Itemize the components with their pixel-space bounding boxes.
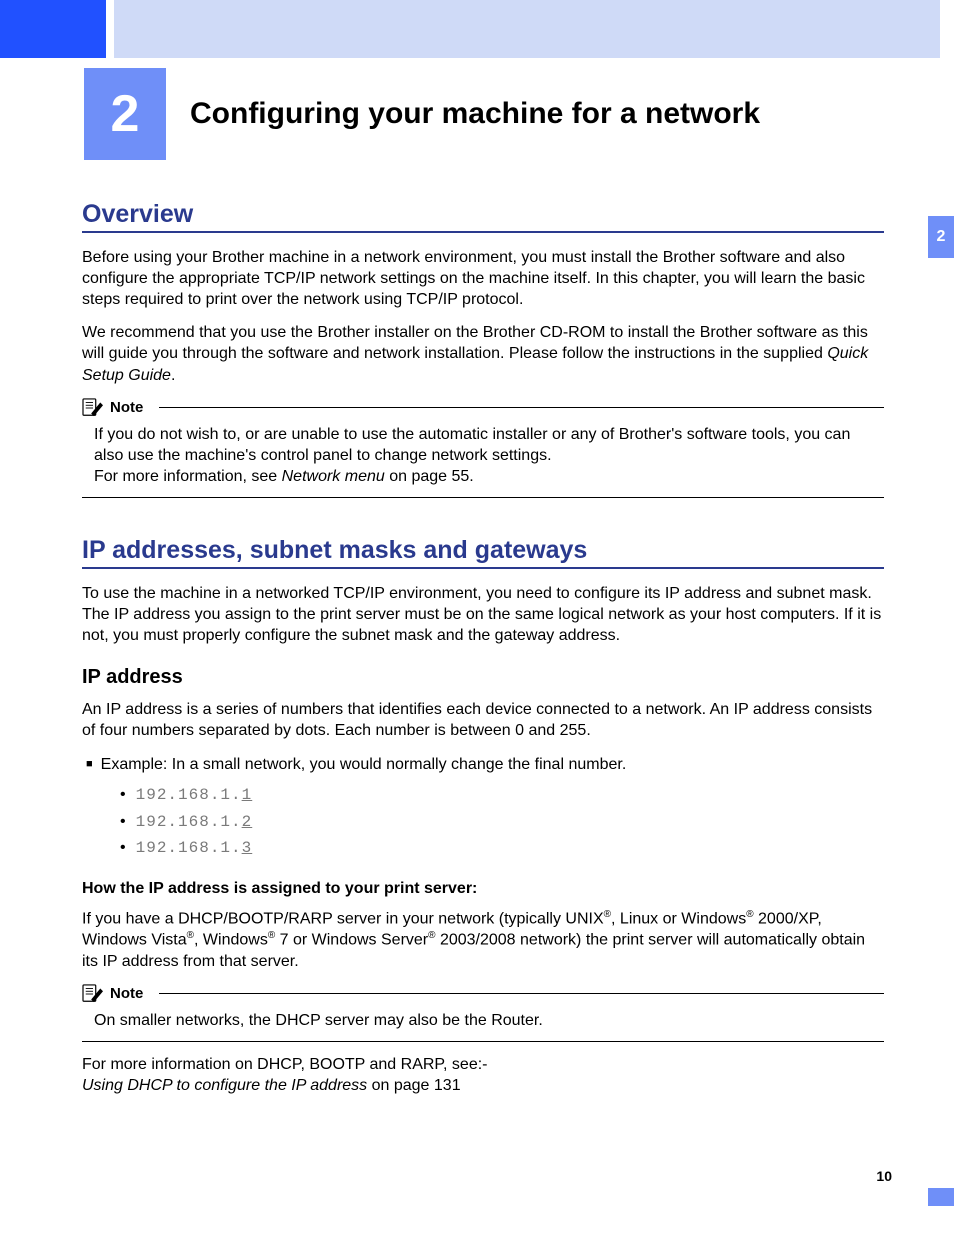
ip-example-2: 192.168.1.2 <box>120 809 884 836</box>
chapter-title: Configuring your machine for a network <box>190 97 760 131</box>
page-corner-tab <box>928 1188 954 1206</box>
how-assigned-paragraph: If you have a DHCP/BOOTP/RARP server in … <box>82 908 884 972</box>
top-bar-accent <box>0 0 106 58</box>
top-bar <box>0 0 954 58</box>
ip-example-1: 192.168.1.1 <box>120 782 884 809</box>
note-rule <box>159 993 884 994</box>
note-label: Note <box>110 985 143 1002</box>
example-bullet: Example: In a small network, you would n… <box>86 754 884 776</box>
note-rule <box>159 407 884 408</box>
note-body-2: On smaller networks, the DHCP server may… <box>82 1004 884 1037</box>
ip-intro: To use the machine in a networked TCP/IP… <box>82 583 884 646</box>
pencil-note-icon <box>82 984 104 1004</box>
section-heading-overview: Overview <box>82 200 884 233</box>
top-bar-light <box>114 0 940 58</box>
note-body-1: If you do not wish to, or are unable to … <box>82 418 884 493</box>
overview-paragraph-1: Before using your Brother machine in a n… <box>82 247 884 310</box>
chapter-number-box: 2 <box>84 68 166 160</box>
ip-address-paragraph: An IP address is a series of numbers tha… <box>82 699 884 741</box>
page-number: 10 <box>876 1168 892 1184</box>
ip-example-3: 192.168.1.3 <box>120 835 884 862</box>
subsub-how-assigned: How the IP address is assigned to your p… <box>82 880 884 898</box>
section-heading-ip: IP addresses, subnet masks and gateways <box>82 536 884 569</box>
note-block-2: Note On smaller networks, the DHCP serve… <box>82 984 884 1042</box>
overview-paragraph-2: We recommend that you use the Brother in… <box>82 322 884 385</box>
note-block-1: Note If you do not wish to, or are unabl… <box>82 398 884 498</box>
page-content: Overview Before using your Brother machi… <box>0 200 954 1096</box>
note-label: Note <box>110 399 143 416</box>
subhead-ip-address: IP address <box>82 666 884 689</box>
chapter-header: 2 Configuring your machine for a network <box>0 68 954 160</box>
pencil-note-icon <box>82 398 104 418</box>
side-chapter-tab: 2 <box>928 216 954 258</box>
more-info-paragraph: For more information on DHCP, BOOTP and … <box>82 1054 884 1096</box>
